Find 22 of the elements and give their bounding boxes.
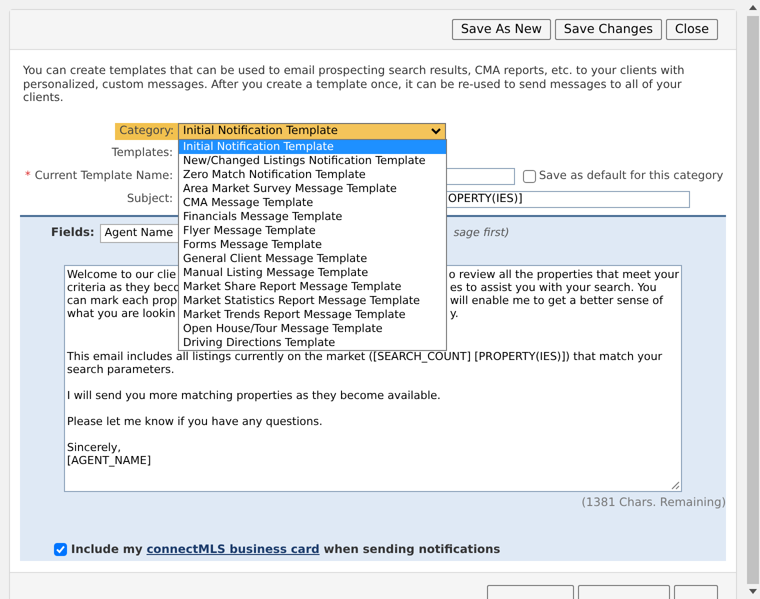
message-text: what you are lookin (67, 306, 176, 320)
message-text: will enable me to get a better sense of (450, 294, 663, 306)
message-text: I will send you more matching properties as they become available. (67, 388, 442, 402)
message-text: Sincerely, [AGENT_NAME] (67, 440, 152, 466)
message-text: es to assist you with your search. You (450, 280, 657, 294)
subject-label: Subject: (126, 190, 173, 207)
required-mark: * (25, 168, 31, 184)
message-text: This email includes all listings currently on the market ([SEARCH_COUNT] [PROPERTY(IES)]) that match your search parameters. (67, 350, 664, 376)
message-text: can mark each prop (67, 294, 178, 306)
message-text: Welcome to our clie (67, 268, 176, 280)
template-name-label: Current Template Name: (34, 168, 173, 184)
default-checkbox-label: Save as default for this category (539, 168, 724, 184)
templates-label: Templates: (112, 145, 173, 162)
message-text: o review all the properties that meet your (448, 268, 679, 280)
message-text: Please let me know if you have any questions. (67, 414, 324, 428)
message-text: y. (450, 306, 458, 320)
business-card-label: Include my connectMLS business card when sending notifications (71, 540, 500, 558)
category-label: Category: (115, 122, 178, 140)
chars-remaining: (1381 Chars. Remaining) (581, 494, 726, 510)
fields-label: Fields: (51, 224, 95, 242)
intro-text: You can create templates that can be used to email prospecting search results, CMA reports, etc. to your clients with personalized, custom messages. After you create a template once, it can be re-used to send messages to all of your clients. (23, 64, 686, 104)
fields-hint: sage first) (454, 224, 510, 241)
